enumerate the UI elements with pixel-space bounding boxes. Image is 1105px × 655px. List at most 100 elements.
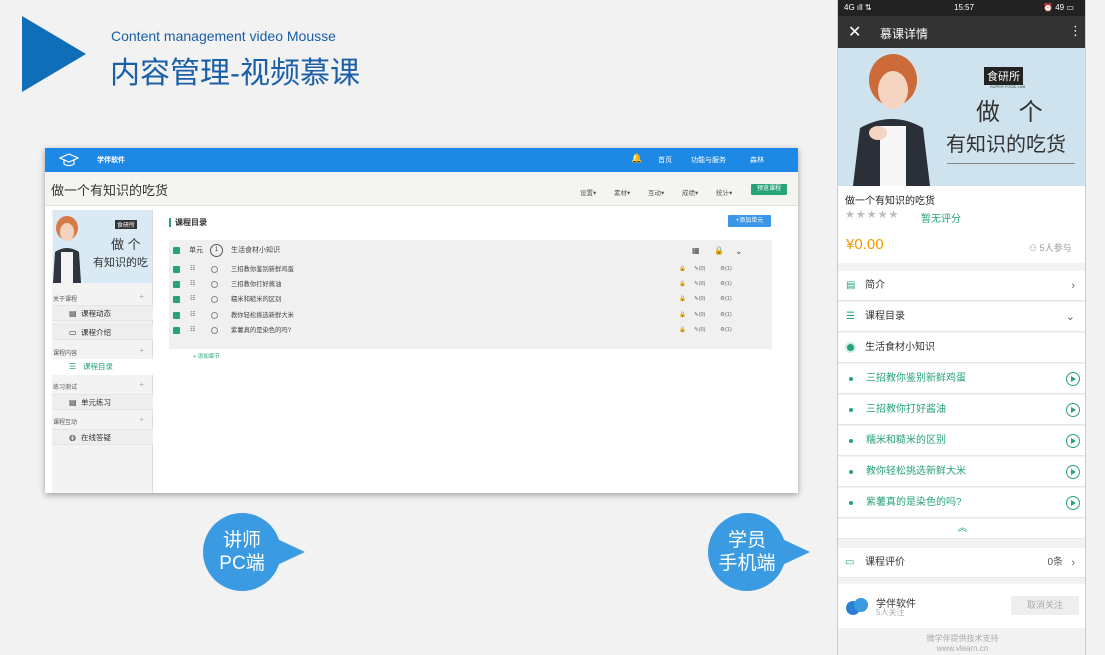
- lock-icon[interactable]: 🔒: [679, 308, 686, 323]
- bell-icon[interactable]: 🔔: [631, 153, 642, 164]
- lock-icon[interactable]: 🔒: [714, 242, 724, 260]
- cover-line1: 做 个: [111, 237, 141, 252]
- phone-page-title: 慕课详情: [880, 27, 929, 41]
- checkbox[interactable]: [173, 266, 180, 273]
- bullet: [849, 408, 853, 412]
- footer-support: 微学伴提供技术支持: [926, 634, 999, 643]
- unit-row[interactable]: 单元 1 生活食材小知识 ▦ 🔒 ⌄: [169, 242, 772, 260]
- calendar-icon[interactable]: ▦: [692, 242, 700, 260]
- radio[interactable]: [211, 326, 218, 334]
- unfollow-button[interactable]: 取消关注: [1011, 596, 1079, 615]
- network-indicator: 4G ıll ⇅: [844, 3, 872, 12]
- settings-icon[interactable]: ⚙(1): [720, 323, 732, 338]
- lesson-title: 三招教你打好酱油: [231, 281, 282, 289]
- lesson-item[interactable]: 三招教你打好酱油: [838, 395, 1085, 425]
- lesson-item[interactable]: 教你轻松挑选新鲜大米: [838, 457, 1085, 487]
- attachment-icon[interactable]: ✎(0): [694, 323, 705, 338]
- plus-icon[interactable]: +: [139, 346, 144, 355]
- bullet: [849, 439, 853, 443]
- play-icon[interactable]: [1066, 403, 1080, 417]
- play-icon[interactable]: [1066, 496, 1080, 510]
- plus-icon[interactable]: +: [139, 292, 144, 301]
- lesson-item[interactable]: 三招教你鉴别新鲜鸡蛋: [838, 364, 1085, 394]
- checkbox[interactable]: [173, 281, 180, 289]
- unit-dot: [847, 344, 854, 351]
- org-followers: 5人关注: [876, 608, 905, 617]
- attachment-icon[interactable]: ✎(0): [694, 308, 705, 323]
- phone-course-cover: 食研所 SUPER FOOD LAB 做 个 有知识的吃货: [838, 48, 1085, 186]
- attachment-icon[interactable]: ✎(0): [694, 292, 705, 307]
- nav-user[interactable]: 森林: [750, 155, 764, 165]
- course-cover-thumb: 食研所 做 个 有知识的吃: [53, 210, 152, 283]
- close-icon[interactable]: ✕: [848, 22, 861, 42]
- sidebar-item-news[interactable]: ▤ 课程动态: [52, 305, 153, 321]
- checkbox[interactable]: [173, 296, 180, 304]
- radio[interactable]: [211, 281, 218, 289]
- attachment-icon[interactable]: ✎(0): [694, 277, 705, 292]
- lesson-row[interactable]: ☷ 糯米和糙米的区别 🔒 ✎(0) ⚙(1): [169, 292, 772, 307]
- lesson-row[interactable]: ☷ 三招教你打好酱油 🔒 ✎(0) ⚙(1): [169, 277, 772, 292]
- lesson-item[interactable]: 糯米和糙米的区别: [838, 426, 1085, 456]
- lesson-row[interactable]: ☷ 教你轻松挑选新鲜大米 🔒 ✎(0) ⚙(1): [169, 308, 772, 323]
- lock-icon[interactable]: 🔒: [679, 262, 686, 277]
- bullet: [849, 501, 853, 505]
- preview-course-button[interactable]: 预览课程: [751, 184, 787, 195]
- lesson-item[interactable]: 紫薯真的是染色的吗?: [838, 488, 1085, 518]
- sidebar-item-catalog[interactable]: ☰ 课程目录: [52, 359, 153, 375]
- phone-course-title: 做一个有知识的吃货: [845, 196, 935, 207]
- catalog-row[interactable]: ☰ 课程目录 ⌄: [838, 302, 1085, 332]
- menu-settings[interactable]: 设置▾: [580, 187, 596, 197]
- play-icon[interactable]: [1066, 434, 1080, 448]
- sidebar-item-qa[interactable]: ◍ 在线答疑: [52, 429, 153, 445]
- settings-icon[interactable]: ⚙(1): [720, 292, 732, 307]
- checkbox[interactable]: [173, 326, 180, 334]
- menu-stats[interactable]: 统计▾: [716, 187, 732, 197]
- sidebar-item-unit-practice[interactable]: ▤ 单元练习: [52, 394, 153, 410]
- play-icon[interactable]: [1066, 465, 1080, 479]
- lock-icon[interactable]: 🔒: [679, 323, 686, 338]
- lesson-row[interactable]: ☷ 三招教你鉴别新鲜鸡蛋 🔒 ✎(0) ⚙(1): [169, 262, 772, 277]
- decorative-triangle: [22, 16, 86, 92]
- teacher-pc-bubble: 讲师 PC端: [203, 513, 305, 591]
- bullet: [849, 377, 853, 381]
- checkbox[interactable]: [173, 247, 180, 254]
- settings-icon[interactable]: ⚙(1): [720, 262, 732, 277]
- catalog-heading: 课程目录: [169, 218, 207, 227]
- document-icon: ▤: [846, 280, 856, 291]
- cover-line2: 有知识的吃货: [946, 134, 1066, 156]
- pc-topbar: 学伴软件 🔔 首页 功能与服务 森林: [45, 148, 798, 172]
- lock-icon[interactable]: 🔒: [679, 277, 686, 292]
- checkbox[interactable]: [173, 311, 180, 319]
- radio[interactable]: [211, 296, 218, 304]
- chevron-down-icon[interactable]: ⌄: [735, 242, 743, 260]
- add-unit-button[interactable]: +添加单元: [728, 215, 771, 227]
- menu-interaction[interactable]: 互动▾: [648, 187, 664, 197]
- lesson-row[interactable]: ☷ 紫薯真的是染色的吗? 🔒 ✎(0) ⚙(1): [169, 323, 772, 338]
- lesson-title: 糯米和糙米的区别: [231, 296, 282, 304]
- plus-icon[interactable]: +: [139, 415, 144, 424]
- lock-icon[interactable]: 🔒: [679, 292, 686, 307]
- plus-icon[interactable]: +: [139, 380, 144, 389]
- lesson-title: 紫薯真的是染色的吗?: [231, 326, 292, 334]
- menu-materials[interactable]: 素材▾: [614, 187, 630, 197]
- intro-row[interactable]: ▤ 简介 ›: [838, 271, 1085, 301]
- nav-home[interactable]: 首页: [658, 155, 672, 165]
- add-section-button[interactable]: + 添加章节: [193, 352, 220, 360]
- collapse-icon[interactable]: ︽: [838, 519, 1085, 539]
- nav-services[interactable]: 功能与服务: [691, 155, 726, 165]
- review-row[interactable]: ▭ 课程评价 0条 ›: [838, 548, 1085, 578]
- play-icon[interactable]: [1066, 372, 1080, 386]
- more-icon[interactable]: ⋮: [1069, 23, 1082, 39]
- comment-icon: ▭: [845, 557, 855, 568]
- menu-grades[interactable]: 成绩▾: [682, 187, 698, 197]
- sidebar-item-intro[interactable]: ▭ 课程介绍: [52, 324, 153, 340]
- footer-url: www.vlearn.cn: [936, 644, 989, 653]
- unit-row[interactable]: 生活食材小知识: [838, 333, 1085, 363]
- radio[interactable]: [211, 311, 218, 319]
- attachment-icon[interactable]: ✎(0): [694, 262, 705, 277]
- radio[interactable]: [211, 266, 218, 273]
- star-rating: ★★★★★: [845, 209, 900, 221]
- settings-icon[interactable]: ⚙(1): [720, 308, 732, 323]
- settings-icon[interactable]: ⚙(1): [720, 277, 732, 292]
- status-time: 15:57: [954, 3, 975, 12]
